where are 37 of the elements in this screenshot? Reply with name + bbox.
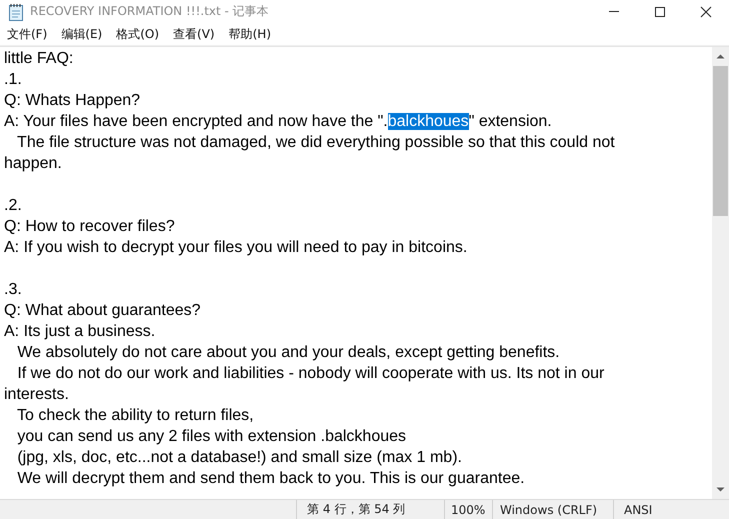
- text-line: (jpg, xls, doc, etc...not a database!) and small size (max 1 mb).: [16, 448, 462, 468]
- close-icon: [700, 6, 712, 18]
- text-line: A: If you wish to decrypt your files you will need to pay in bitcoins.: [4, 238, 468, 258]
- text-line: The file structure was not damaged, we did everything possible so that this could not: [16, 133, 615, 153]
- scroll-down-icon[interactable]: [716, 487, 725, 493]
- text-line: happen.: [4, 154, 62, 174]
- menu-item[interactable]: 格式(O): [109, 26, 166, 42]
- status-text: 第 4 行，第 54 列: [297, 500, 445, 519]
- text-line: little FAQ:: [4, 49, 74, 69]
- text-line: .2.: [4, 196, 22, 216]
- maximize-icon: [654, 6, 666, 18]
- minimize-icon: [609, 11, 619, 12]
- text-line: To check the ability to return files,: [16, 406, 254, 426]
- status-text: Windows (CRLF): [493, 500, 614, 519]
- status-text: ANSI: [623, 502, 654, 518]
- menu-item[interactable]: 编辑(E): [54, 26, 110, 42]
- text-line: A: Your files have been encrypted and now have the ".balckhoues" extension.: [4, 112, 552, 132]
- text-line: Q: Whats Happen?: [4, 91, 140, 111]
- text-line: Q: How to recover files?: [4, 217, 175, 237]
- notepad-icon: [8, 2, 24, 20]
- text-line: .1.: [4, 70, 22, 90]
- text-line: A: Its just a business.: [4, 322, 156, 342]
- text-line: you can send us any 2 files with extension .balckhoues: [16, 427, 406, 447]
- scrollbar-thumb[interactable]: [713, 66, 728, 216]
- menu-item[interactable]: 文件(F): [0, 26, 54, 42]
- text-line: .3.: [4, 280, 22, 300]
- text-line: We absolutely do not care about you and your deals, except getting benefits.: [16, 343, 560, 363]
- text-line: interests.: [4, 385, 69, 405]
- menu-item[interactable]: 查看(V): [166, 26, 222, 42]
- scroll-up-icon[interactable]: [716, 53, 725, 59]
- menu-item[interactable]: 帮助(H): [222, 26, 278, 42]
- status-text: 100%: [445, 500, 493, 519]
- vertical-scrollbar[interactable]: [712, 47, 729, 499]
- window-title: RECOVERY INFORMATION !!!.txt - 记事本: [30, 3, 269, 20]
- text-line: We will decrypt them and send them back to you. This is our guarantee.: [16, 469, 525, 489]
- text-line: Q: What about guarantees?: [4, 301, 201, 321]
- text-line: If we do not do our work and liabilities - nobody will cooperate with us. Its not in our: [16, 364, 604, 384]
